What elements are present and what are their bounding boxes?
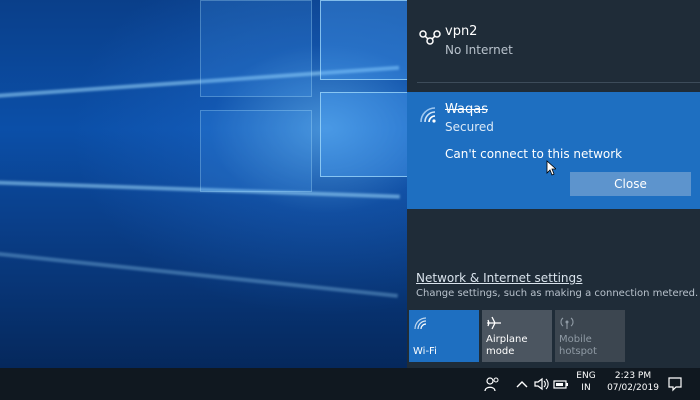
wifi-icon <box>420 107 436 123</box>
wifi-tile-label: Wi-Fi <box>413 346 437 357</box>
network-settings-link[interactable]: Network & Internet settings <box>416 271 582 285</box>
hotspot-icon <box>560 317 574 329</box>
speaker-icon[interactable] <box>533 376 549 392</box>
mobile-hotspot-label-line2: hotspot <box>559 346 597 357</box>
mobile-hotspot-label-line1: Mobile <box>559 334 592 345</box>
taskbar: ENG IN 2:23 PM 07/02/2019 <box>0 368 700 400</box>
airplane-icon <box>487 316 501 330</box>
network-flyout: vpn2 No Internet Waqas Secured Can't con… <box>407 0 700 368</box>
airplane-mode-tile[interactable]: Airplane mode <box>482 310 552 362</box>
vpn-status: No Internet <box>445 43 513 57</box>
clock-time: 2:23 PM <box>614 371 652 381</box>
mobile-hotspot-label: Mobile hotspot <box>559 334 597 358</box>
airplane-mode-label: Airplane mode <box>486 334 528 357</box>
language-region: IN <box>581 383 591 393</box>
clock-date: 07/02/2019 <box>607 383 659 393</box>
desktop-wallpaper <box>0 0 407 368</box>
vpn-connection[interactable]: vpn2 No Internet <box>407 18 700 82</box>
close-button[interactable]: Close <box>570 172 691 196</box>
people-icon[interactable] <box>484 376 500 392</box>
wifi-network-name: Waqas <box>445 102 488 117</box>
wifi-toggle-tile[interactable]: Wi-Fi <box>409 310 479 362</box>
connection-error-message: Can't connect to this network <box>445 147 623 161</box>
chevron-up-icon[interactable] <box>514 376 530 392</box>
wifi-network-status: Secured <box>445 120 494 134</box>
battery-icon[interactable] <box>553 376 569 392</box>
vpn-name: vpn2 <box>445 24 478 39</box>
language-indicator[interactable]: ENG IN <box>574 370 598 394</box>
language-code: ENG <box>576 371 596 381</box>
clock[interactable]: 2:23 PM 07/02/2019 <box>603 370 663 394</box>
divider <box>417 82 700 83</box>
action-center-icon[interactable] <box>667 376 683 392</box>
wifi-network-selected[interactable]: Waqas Secured Can't connect to this netw… <box>407 92 700 209</box>
vpn-icon <box>419 30 441 45</box>
mobile-hotspot-tile[interactable]: Mobile hotspot <box>555 310 625 362</box>
network-settings-description: Change settings, such as making a connec… <box>416 288 699 299</box>
mouse-cursor-icon <box>546 160 556 176</box>
wifi-icon <box>414 317 427 330</box>
